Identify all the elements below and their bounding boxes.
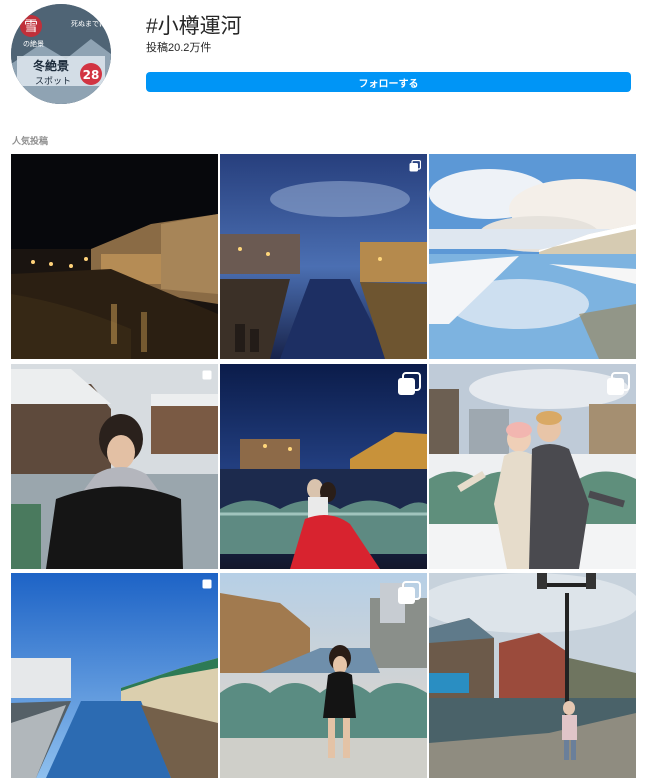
post-tile-1[interactable]: [11, 154, 218, 359]
carousel-icon: [409, 160, 421, 172]
hashtag-header: 雪 の絶景 死ぬまでに見たい 冬絶景 スポット 28 #小樽運河 投稿20.2万…: [0, 0, 645, 110]
follow-button[interactable]: フォローする: [146, 72, 631, 92]
top-posts-label: 人気投稿: [12, 136, 49, 146]
post-tile-9[interactable]: [429, 573, 636, 778]
hashtag-avatar: 雪 の絶景 死ぬまでに見たい 冬絶景 スポット 28: [11, 4, 111, 104]
post-tile-5[interactable]: [220, 364, 427, 569]
post-tile-2[interactable]: [220, 154, 427, 359]
avatar-kanji: 雪: [24, 19, 38, 35]
post-tile-4[interactable]: [11, 364, 218, 569]
avatar-main-text-1: 冬絶景: [33, 58, 69, 73]
carousel-icon: [202, 579, 212, 589]
carousel-icon: [607, 372, 630, 395]
avatar-small-text: の絶景: [23, 39, 44, 48]
post-tile-7[interactable]: [11, 573, 218, 778]
carousel-icon: [398, 372, 421, 395]
carousel-icon: [202, 370, 212, 380]
avatar-right-text: 死ぬまでに見たい: [71, 20, 111, 28]
posts-grid: [11, 154, 636, 778]
post-count: 投稿20.2万件: [146, 42, 212, 54]
hashtag-title: #小樽運河: [146, 15, 242, 38]
post-tile-3[interactable]: [429, 154, 636, 359]
avatar-number: 28: [83, 68, 100, 82]
post-tile-6[interactable]: [429, 364, 636, 569]
avatar-main-text-2: スポット: [35, 76, 71, 87]
post-tile-8[interactable]: [220, 573, 427, 778]
carousel-icon: [398, 581, 421, 604]
